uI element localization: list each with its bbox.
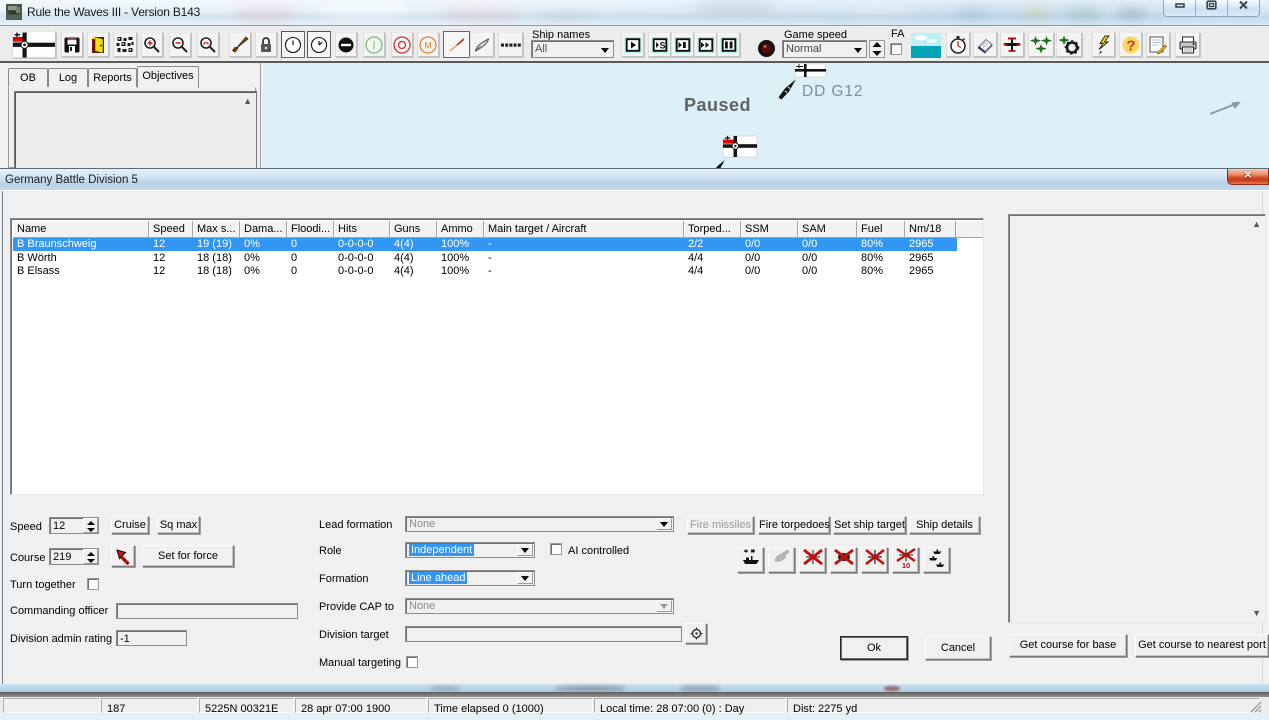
svg-text:S: S — [659, 40, 665, 50]
svg-text:?: ? — [1126, 37, 1135, 54]
svg-text:M: M — [424, 40, 432, 50]
svg-text:10: 10 — [901, 561, 909, 568]
